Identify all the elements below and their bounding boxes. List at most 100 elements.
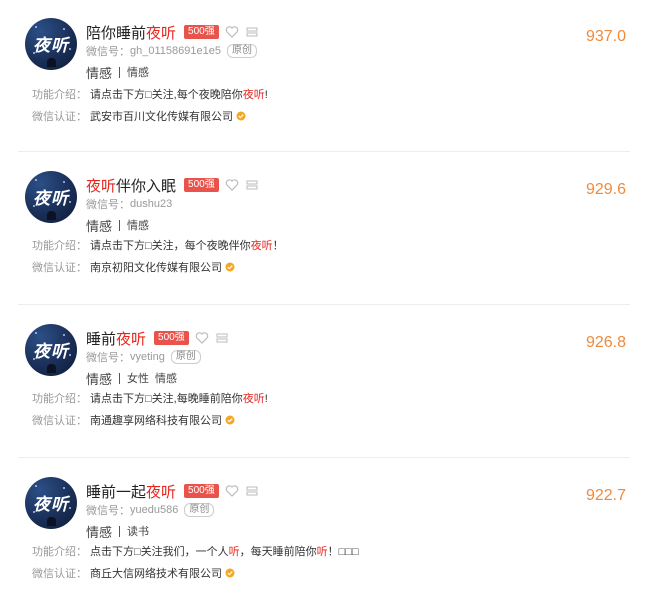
- couple-silhouette-icon: [47, 517, 56, 526]
- original-tag: 原创: [226, 44, 257, 58]
- star-decoration: [63, 28, 65, 30]
- intro-label: 功能介绍：: [32, 240, 87, 252]
- wechat-id-value: yuedu586: [130, 504, 179, 516]
- favorite-heart-icon[interactable]: [225, 25, 239, 39]
- category-divider: [119, 372, 121, 384]
- intro-label: 功能介绍：: [32, 546, 87, 558]
- verified-company: 武安市百川文化传媒有限公司: [90, 111, 233, 123]
- intro-highlight: 夜听: [242, 89, 265, 101]
- star-decoration: [35, 179, 37, 181]
- intro-highlight: 夜听: [250, 240, 273, 252]
- verified-company: 南通趣享网络科技有限公司: [90, 415, 222, 427]
- star-decoration: [63, 181, 65, 183]
- category-tag[interactable]: 女性: [127, 370, 149, 386]
- couple-silhouette-icon: [47, 58, 56, 67]
- category-main[interactable]: 情感: [86, 522, 112, 541]
- intro-text-part: 请点击下方□关注,每晚睡前陪你: [90, 393, 243, 405]
- verify-label: 微信认证：: [32, 568, 87, 580]
- compare-icon[interactable]: [245, 178, 259, 192]
- avatar-logo-text: 夜听: [33, 342, 69, 362]
- avatar-logo-text: 夜听: [33, 495, 69, 515]
- account-card[interactable]: 夜听 夜听伴你入眠 500强 微信号： dushu23 情感 情感 功能介绍： …: [0, 153, 640, 305]
- index-score: 929.6: [585, 181, 626, 198]
- rank-badge: 500强: [184, 484, 219, 498]
- avatar[interactable]: 夜听: [25, 477, 77, 529]
- avatar[interactable]: 夜听: [25, 18, 77, 70]
- account-title[interactable]: 睡前夜听: [86, 328, 146, 349]
- avatar[interactable]: 夜听: [25, 324, 77, 376]
- index-score: 922.7: [585, 487, 626, 504]
- category-tag[interactable]: 情感: [127, 217, 149, 233]
- verify-row: 微信认证： 南通趣享网络科技有限公司: [32, 412, 235, 428]
- category-tag[interactable]: 情感: [127, 64, 149, 80]
- wechat-id-value: dushu23: [130, 198, 173, 210]
- category-divider: [119, 525, 121, 537]
- verify-label: 微信认证：: [32, 262, 87, 274]
- title-highlight: 夜听: [116, 330, 147, 348]
- card-divider: [18, 457, 630, 458]
- intro-text-part: !: [264, 393, 268, 405]
- intro-text-part: ！: [272, 240, 284, 252]
- avatar[interactable]: 夜听: [25, 171, 77, 223]
- rank-badge: 500强: [184, 178, 219, 192]
- title-text: 睡前: [86, 330, 117, 348]
- intro-text: 点击下方□关注我们，一个人听，每天睡前陪你听！□□□: [90, 543, 359, 559]
- wechat-id-row: 微信号： gh_01158691e1e5 原创: [86, 43, 257, 59]
- intro-label: 功能介绍：: [32, 89, 87, 101]
- couple-silhouette-icon: [47, 211, 56, 220]
- card-divider: [18, 304, 630, 305]
- couple-silhouette-icon: [47, 364, 56, 373]
- wechat-id-row: 微信号： vyeting 原创: [86, 349, 201, 365]
- title-highlight: 夜听: [146, 483, 177, 501]
- verify-row: 微信认证： 商丘大信网络技术有限公司: [32, 565, 235, 581]
- category-row: 情感 情感: [86, 216, 155, 234]
- intro-text: 请点击下方□关注,每个夜晚陪你夜听!: [90, 86, 268, 102]
- verified-check-icon: [225, 568, 235, 578]
- compare-icon[interactable]: [245, 25, 259, 39]
- intro-text-part: 点击下方□关注我们，一个人: [90, 546, 229, 558]
- avatar-logo-text: 夜听: [33, 36, 69, 56]
- verified-company: 商丘大信网络技术有限公司: [90, 568, 222, 580]
- intro-label: 功能介绍：: [32, 393, 87, 405]
- intro-text-part: !: [264, 89, 268, 101]
- verified-check-icon: [225, 415, 235, 425]
- verify-row: 微信认证： 武安市百川文化传媒有限公司: [32, 108, 246, 124]
- rank-badge: 500强: [154, 331, 189, 345]
- intro-text-part: ，每天睡前陪你: [239, 546, 317, 558]
- compare-icon[interactable]: [245, 484, 259, 498]
- title-text-suffix: 伴你入眠: [116, 177, 177, 195]
- compare-icon[interactable]: [215, 331, 229, 345]
- account-title[interactable]: 夜听伴你入眠: [86, 175, 176, 196]
- avatar-logo-text: 夜听: [33, 189, 69, 209]
- favorite-heart-icon[interactable]: [195, 331, 209, 345]
- category-main[interactable]: 情感: [86, 216, 112, 235]
- category-main[interactable]: 情感: [86, 63, 112, 82]
- favorite-heart-icon[interactable]: [225, 484, 239, 498]
- category-main[interactable]: 情感: [86, 369, 112, 388]
- intro-row: 功能介绍： 请点击下方□关注,每晚睡前陪你夜听!: [32, 390, 268, 406]
- category-row: 情感 情感: [86, 63, 155, 81]
- category-tag[interactable]: 情感: [155, 370, 177, 386]
- wechat-id-row: 微信号： dushu23: [86, 196, 172, 212]
- account-title[interactable]: 睡前一起夜听: [86, 481, 176, 502]
- category-divider: [119, 219, 121, 231]
- verified-check-icon: [225, 262, 235, 272]
- account-card[interactable]: 夜听 陪你睡前夜听 500强 微信号： gh_01158691e1e5 原创 情…: [0, 0, 640, 152]
- wechat-id-label: 微信号：: [86, 505, 130, 517]
- account-card[interactable]: 夜听 睡前夜听 500强 微信号： vyeting 原创 情感 女性 情感 功能…: [0, 306, 640, 458]
- wechat-id-row: 微信号： yuedu586 原创: [86, 502, 215, 518]
- star-decoration: [63, 334, 65, 336]
- intro-text: 请点击下方□关注，每个夜晚伴你夜听！: [90, 237, 284, 253]
- verified-check-icon: [236, 111, 246, 121]
- favorite-heart-icon[interactable]: [225, 178, 239, 192]
- intro-highlight: 听: [316, 546, 328, 558]
- title-text: 陪你睡前: [86, 24, 147, 42]
- wechat-id-label: 微信号：: [86, 46, 130, 58]
- intro-text: 请点击下方□关注,每晚睡前陪你夜听!: [90, 390, 268, 406]
- intro-highlight: 夜听: [242, 393, 265, 405]
- account-title[interactable]: 陪你睡前夜听: [86, 22, 176, 43]
- account-card[interactable]: 夜听 睡前一起夜听 500强 微信号： yuedu586 原创 情感 读书 功能…: [0, 459, 640, 603]
- category-tag[interactable]: 读书: [127, 523, 149, 539]
- title-highlight: 夜听: [146, 24, 177, 42]
- intro-highlight: 听: [228, 546, 240, 558]
